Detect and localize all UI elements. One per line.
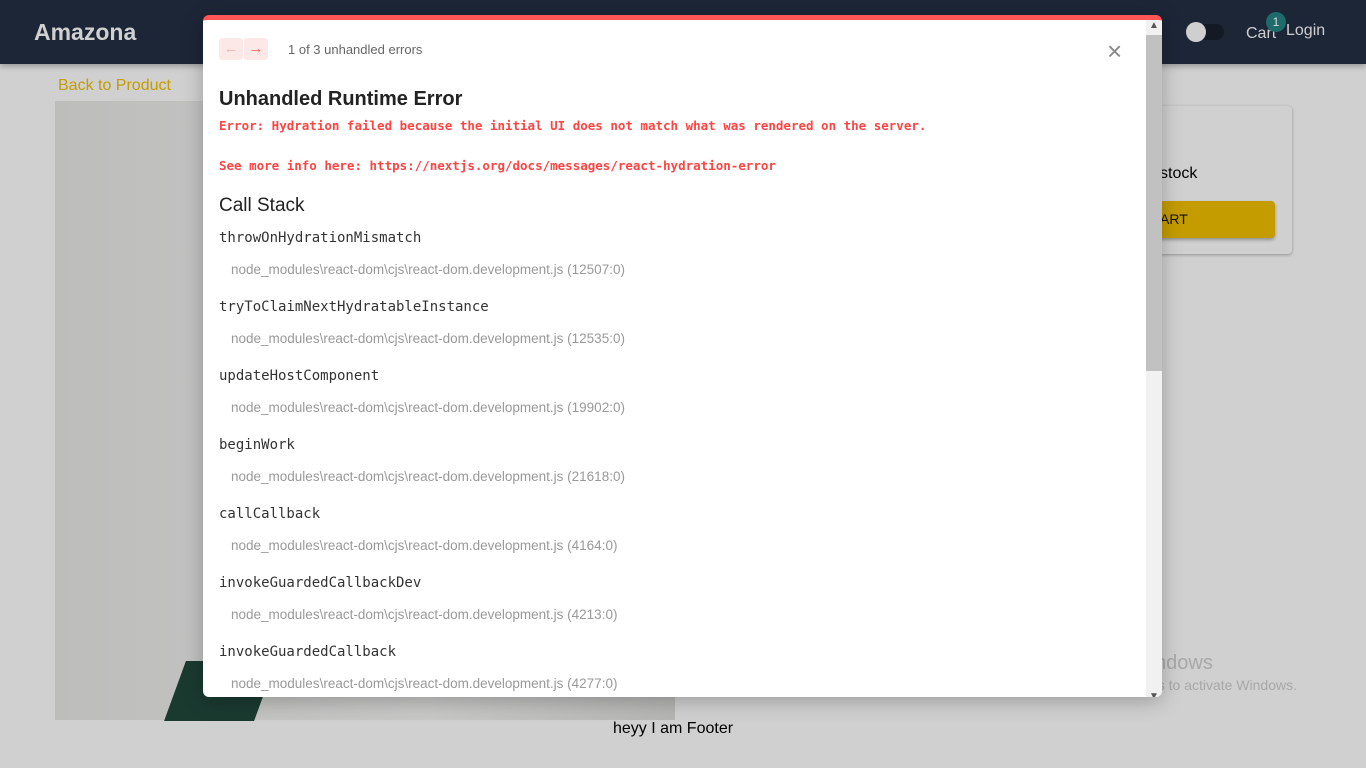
frame-location[interactable]: node_modules\react-dom\cjs\react-dom.dev… bbox=[219, 538, 1139, 553]
footer: heyy I am Footer bbox=[613, 720, 734, 737]
frame-function: invokeGuardedCallback bbox=[219, 644, 397, 660]
frame-function: updateHostComponent bbox=[219, 368, 380, 384]
stack-frame[interactable]: beginWork node_modules\react-dom\cjs\reac… bbox=[219, 437, 1139, 506]
frame-function: invokeGuardedCallbackDev bbox=[219, 575, 422, 591]
brand-logo[interactable]: Amazona bbox=[34, 19, 136, 46]
call-stack-list: throwOnHydrationMismatch node_modules\rea… bbox=[219, 230, 1139, 697]
error-count: 1 of 3 unhandled errors bbox=[288, 42, 423, 57]
stack-frame[interactable]: invokeGuardedCallback node_modules\react-… bbox=[219, 644, 1139, 697]
scroll-down-icon[interactable]: ▼ bbox=[1149, 691, 1159, 697]
stack-frame[interactable]: invokeGuardedCallbackDev node_modules\rea… bbox=[219, 575, 1139, 644]
error-message: Error: Hydration failed because the init… bbox=[219, 118, 927, 173]
scrollbar[interactable]: ▲ ▼ bbox=[1146, 20, 1162, 697]
stack-frame[interactable]: tryToClaimNextHydratableInstance node_mod… bbox=[219, 299, 1139, 368]
error-overlay-dialog: ← → 1 of 3 unhandled errors × Unhandled … bbox=[203, 15, 1162, 697]
next-error-arrow-icon[interactable]: → bbox=[244, 38, 268, 60]
prev-error-arrow-icon[interactable]: ← bbox=[219, 38, 243, 60]
back-to-product-link[interactable]: Back to Product bbox=[58, 77, 171, 95]
dark-mode-toggle[interactable] bbox=[1186, 22, 1224, 42]
error-pagination: ← → bbox=[219, 38, 268, 60]
toggle-knob bbox=[1186, 22, 1206, 42]
frame-function: throwOnHydrationMismatch bbox=[219, 230, 422, 246]
frame-location[interactable]: node_modules\react-dom\cjs\react-dom.dev… bbox=[219, 331, 1139, 346]
stack-frame[interactable]: callCallback node_modules\react-dom\cjs\r… bbox=[219, 506, 1139, 575]
frame-function: tryToClaimNextHydratableInstance bbox=[219, 299, 489, 315]
frame-location[interactable]: node_modules\react-dom\cjs\react-dom.dev… bbox=[219, 262, 1139, 277]
frame-location[interactable]: node_modules\react-dom\cjs\react-dom.dev… bbox=[219, 400, 1139, 415]
close-icon[interactable]: × bbox=[1107, 38, 1122, 64]
frame-location[interactable]: node_modules\react-dom\cjs\react-dom.dev… bbox=[219, 676, 1139, 691]
login-link[interactable]: Login bbox=[1286, 22, 1325, 40]
error-title: Unhandled Runtime Error bbox=[219, 88, 463, 110]
stack-frame[interactable]: throwOnHydrationMismatch node_modules\rea… bbox=[219, 230, 1139, 299]
stock-status: stock bbox=[1160, 165, 1198, 182]
cart-count-badge: 1 bbox=[1266, 12, 1286, 32]
frame-location[interactable]: node_modules\react-dom\cjs\react-dom.dev… bbox=[219, 469, 1139, 484]
scroll-up-icon[interactable]: ▲ bbox=[1149, 20, 1159, 31]
frame-location[interactable]: node_modules\react-dom\cjs\react-dom.dev… bbox=[219, 607, 1139, 622]
stack-frame[interactable]: updateHostComponent node_modules\react-do… bbox=[219, 368, 1139, 437]
frame-function: beginWork bbox=[219, 437, 295, 453]
frame-function: callCallback bbox=[219, 506, 321, 522]
scrollbar-thumb[interactable] bbox=[1146, 35, 1162, 371]
call-stack-heading: Call Stack bbox=[219, 195, 305, 216]
